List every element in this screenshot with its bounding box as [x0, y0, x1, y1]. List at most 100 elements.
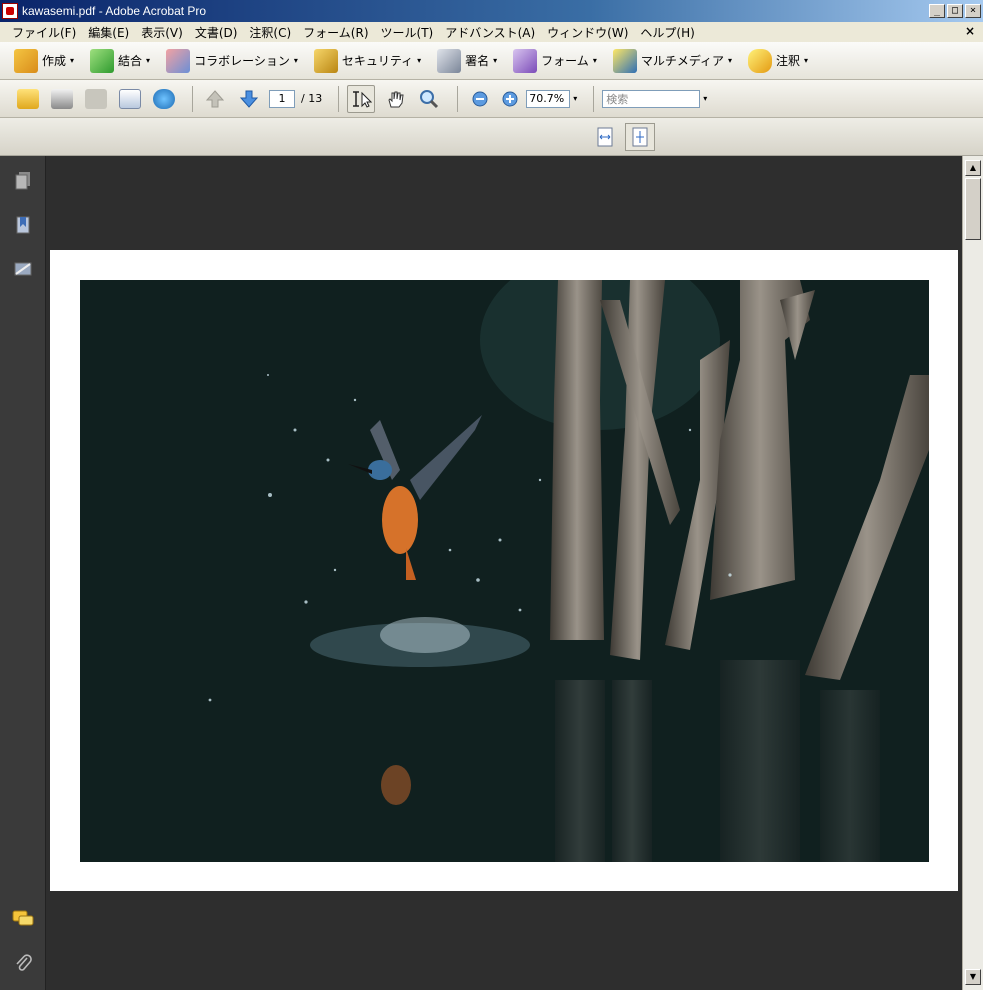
text-select-cursor-icon: [353, 90, 373, 108]
menu-view[interactable]: 表示(V): [135, 24, 189, 41]
upload-button[interactable]: [150, 85, 178, 113]
comment-bubble-icon: [12, 910, 34, 926]
disk-icon: [85, 88, 107, 109]
search-input[interactable]: 検索: [602, 89, 701, 108]
collaborate-button[interactable]: コラボレーション ▾: [166, 48, 298, 73]
comment-bubble-icon: [748, 48, 773, 73]
kingfisher-photo: [80, 280, 929, 862]
forms-button[interactable]: フォーム ▾: [513, 48, 597, 73]
create-pdf-icon: [14, 48, 38, 73]
pdf-page: [50, 250, 958, 891]
multimedia-button[interactable]: マルチメディア ▾: [612, 48, 733, 73]
globe-upload-icon: [153, 88, 175, 109]
maximize-button[interactable]: □: [947, 4, 963, 18]
menu-edit[interactable]: 編集(E): [82, 24, 135, 41]
scroll-up-button[interactable]: ▲: [965, 160, 981, 176]
menu-help[interactable]: ヘルプ(H): [634, 24, 700, 41]
page-count: / 13: [301, 92, 323, 105]
toolbar-separator: [593, 85, 595, 112]
menu-comments[interactable]: 注釈(C): [243, 24, 297, 41]
zoom-out-button[interactable]: [466, 85, 494, 113]
menu-file[interactable]: ファイル(F): [6, 24, 82, 41]
minimize-button[interactable]: _: [929, 4, 945, 18]
attachments-panel-button[interactable]: [12, 952, 34, 974]
search-dropdown-icon[interactable]: ▾: [703, 94, 707, 103]
toolbar-separator: [192, 85, 193, 112]
menu-window[interactable]: ウィンドウ(W): [541, 24, 634, 41]
chevron-down-icon: ▾: [493, 56, 498, 65]
zoom-out-icon: [472, 91, 488, 106]
combine-button[interactable]: 結合 ▾: [90, 48, 151, 73]
menu-advanced[interactable]: アドバンスト(A): [439, 24, 541, 41]
zoom-dropdown-icon[interactable]: ▾: [573, 94, 577, 103]
toolbar-separator: [457, 85, 459, 112]
chevron-down-icon: ▾: [417, 56, 422, 65]
comment-label: 注釈: [776, 54, 801, 68]
fit-page-icon: [632, 127, 648, 147]
fit-page-button[interactable]: [625, 123, 655, 151]
menu-document[interactable]: 文書(D): [189, 24, 244, 41]
printer-icon: [51, 88, 73, 109]
arrow-up-icon: [205, 89, 225, 107]
signature-icon: [14, 262, 32, 276]
page-number-input[interactable]: 1: [269, 89, 295, 108]
toolbar-separator: [338, 85, 340, 112]
zoom-in-icon: [502, 91, 518, 106]
vertical-scrollbar[interactable]: ▲ ▼: [962, 156, 983, 990]
window-controls: _ □ ×: [929, 4, 981, 18]
next-page-button[interactable]: [235, 85, 263, 113]
form-icon: [513, 48, 538, 73]
comment-button[interactable]: 注釈 ▾: [748, 48, 808, 73]
open-button[interactable]: [14, 85, 42, 113]
create-pdf-button[interactable]: 作成 ▾: [14, 48, 75, 73]
document-view[interactable]: [46, 156, 962, 990]
tasks-toolbar: 作成 ▾ 結合 ▾ コラボレーション ▾ セキュリティ ▾ 署名 ▾ フォーム …: [0, 42, 983, 80]
select-tool-button[interactable]: [347, 84, 376, 113]
fit-width-icon: [597, 127, 613, 147]
document-close-button[interactable]: ×: [965, 24, 975, 38]
security-button[interactable]: セキュリティ ▾: [313, 48, 422, 73]
collaborate-label: コラボレーション: [194, 54, 290, 68]
kingfisher-image: [80, 280, 929, 862]
pen-icon: [437, 48, 462, 73]
signatures-panel-button[interactable]: [12, 258, 34, 280]
previous-page-button[interactable]: [201, 85, 229, 113]
menu-tools[interactable]: ツール(T): [375, 24, 440, 41]
email-button[interactable]: [116, 85, 144, 113]
sign-label: 署名: [465, 54, 490, 68]
create-label: 作成: [42, 54, 67, 68]
combine-label: 結合: [118, 54, 143, 68]
multimedia-icon: [612, 48, 637, 73]
paperclip-icon: [16, 954, 32, 971]
chevron-down-icon: ▾: [146, 56, 151, 65]
chevron-down-icon: ▾: [70, 56, 75, 65]
menu-bar: ファイル(F) 編集(E) 表示(V) 文書(D) 注釈(C) フォーム(R) …: [0, 22, 983, 42]
comments-panel-button[interactable]: [12, 908, 34, 930]
lock-icon: [313, 48, 338, 73]
hand-tool-button[interactable]: [381, 85, 409, 113]
security-label: セキュリティ: [341, 54, 414, 68]
scroll-down-button[interactable]: ▼: [965, 969, 981, 985]
multimedia-label: マルチメディア: [640, 54, 724, 68]
zoom-in-button[interactable]: [496, 85, 524, 113]
window-title: kawasemi.pdf - Adobe Acrobat Pro: [22, 4, 207, 18]
file-toolbar: 1 / 13 70.7% ▾ 検索 ▾: [0, 80, 983, 118]
arrow-down-icon: [239, 90, 259, 108]
pages-icon: [15, 172, 30, 190]
bookmarks-panel-button[interactable]: [12, 214, 34, 236]
close-button[interactable]: ×: [965, 4, 981, 18]
page-display-toolbar: [0, 118, 983, 156]
print-button[interactable]: [48, 85, 76, 113]
combine-files-icon: [90, 48, 115, 73]
chevron-down-icon: ▾: [293, 56, 298, 65]
sign-button[interactable]: 署名 ▾: [437, 48, 498, 73]
zoom-tool-button[interactable]: [415, 85, 443, 113]
save-button[interactable]: [82, 85, 110, 113]
pages-panel-button[interactable]: [12, 170, 34, 192]
fit-width-button[interactable]: [590, 123, 620, 151]
hand-icon: [388, 91, 404, 107]
menu-forms[interactable]: フォーム(R): [297, 24, 374, 41]
scroll-thumb[interactable]: [965, 178, 981, 240]
chevron-down-icon: ▾: [728, 56, 733, 65]
zoom-level-input[interactable]: 70.7%: [526, 89, 571, 108]
